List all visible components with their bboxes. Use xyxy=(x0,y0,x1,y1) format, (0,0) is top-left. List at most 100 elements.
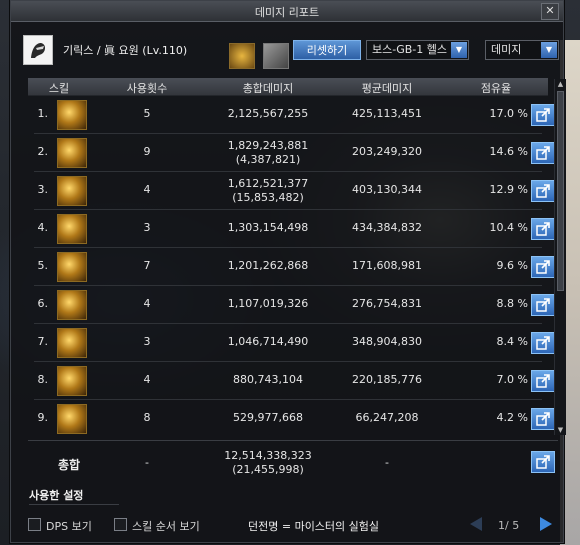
dps-checkbox-label: DPS 보기 xyxy=(46,520,92,533)
row-uses: 3 xyxy=(143,335,151,348)
row-share: 4.2 % xyxy=(496,411,528,424)
share-button[interactable] xyxy=(531,332,555,354)
table-row[interactable]: 6. 4 1,107,019,326 276,754,831 8.8 % xyxy=(28,286,555,324)
total-uses: - xyxy=(145,456,149,469)
share-button[interactable] xyxy=(531,142,555,164)
row-average: 276,754,831 xyxy=(352,297,422,310)
row-total: 880,743,104 xyxy=(233,373,303,386)
row-uses: 9 xyxy=(143,145,151,158)
row-total: 2,125,567,255 xyxy=(227,107,309,120)
share-button[interactable] xyxy=(531,294,555,316)
skill-icon xyxy=(57,214,87,244)
dps-checkbox[interactable] xyxy=(28,518,41,531)
share-button[interactable] xyxy=(531,370,555,392)
share-icon xyxy=(536,108,550,122)
row-share: 7.0 % xyxy=(496,373,528,386)
avatar-icon xyxy=(24,36,52,64)
bottom-bar: DPS 보기 스킬 순서 보기 던전명 = 마이스터의 실험실 1/ 5 xyxy=(0,510,580,545)
damage-report-window: 데미지 리포트 ✕ 기릭스 / 眞 요원 (Lv.110) 리셋하기 보스-GB… xyxy=(10,0,566,543)
row-total: 1,303,154,498 xyxy=(227,221,309,234)
titlebar[interactable]: 데미지 리포트 ✕ xyxy=(11,1,563,22)
share-icon xyxy=(536,222,550,236)
target-select[interactable]: 보스-GB-1 헬스 ▼ xyxy=(366,40,469,60)
equipment-icon-2 xyxy=(263,43,289,69)
row-share: 17.0 % xyxy=(489,107,528,120)
skill-icon xyxy=(57,290,87,320)
share-button[interactable] xyxy=(531,180,555,202)
row-uses: 8 xyxy=(143,411,151,424)
row-total: 529,977,668 xyxy=(233,411,303,424)
row-average: 203,249,320 xyxy=(352,145,422,158)
table-scrollbar[interactable]: ▲ ▼ xyxy=(554,79,566,435)
share-button[interactable] xyxy=(531,408,555,430)
metric-select[interactable]: 데미지 ▼ xyxy=(485,40,559,60)
row-share: 9.6 % xyxy=(496,259,528,272)
column-header-average: 평균데미지 xyxy=(361,82,413,95)
character-name: 기릭스 / 眞 요원 (Lv.110) xyxy=(63,44,188,57)
row-rank: 7. xyxy=(37,335,49,348)
report-header: 기릭스 / 眞 요원 (Lv.110) xyxy=(11,23,563,73)
share-button[interactable] xyxy=(531,256,555,278)
table-row[interactable]: 7. 3 1,046,714,490 348,904,830 8.4 % xyxy=(28,324,555,362)
table-header: 스킬 사용횟수 총합데미지 평균데미지 점유율 xyxy=(28,78,548,96)
skill-table: 스킬 사용횟수 총합데미지 평균데미지 점유율 1. 5 2,125,567,2… xyxy=(28,78,558,436)
table-row[interactable]: 3. 4 1,612,521,377 (15,853,482) 403,130,… xyxy=(28,172,555,210)
share-icon xyxy=(536,412,550,426)
row-uses: 4 xyxy=(143,183,151,196)
skill-icon xyxy=(57,138,87,168)
row-rank: 4. xyxy=(37,221,49,234)
column-header-share: 점유율 xyxy=(480,82,512,95)
share-icon xyxy=(536,336,550,350)
skill-icon xyxy=(57,176,87,206)
scroll-down-icon[interactable]: ▼ xyxy=(555,425,566,435)
share-button[interactable] xyxy=(531,104,555,126)
row-rank: 9. xyxy=(37,411,49,424)
skill-icon xyxy=(57,328,87,358)
row-total: 1,612,521,377 xyxy=(227,177,309,190)
share-total-button[interactable] xyxy=(531,451,555,473)
skill-icon xyxy=(57,366,87,396)
table-row[interactable]: 5. 7 1,201,262,868 171,608,981 9.6 % xyxy=(28,248,555,286)
reset-button[interactable]: 리셋하기 xyxy=(293,40,361,60)
share-icon xyxy=(536,455,550,469)
skill-icon xyxy=(57,100,87,130)
target-select-value: 보스-GB-1 헬스 xyxy=(372,43,447,56)
row-rank: 5. xyxy=(37,259,49,272)
share-icon xyxy=(536,374,550,388)
table-row[interactable]: 1. 5 2,125,567,255 425,113,451 17.0 % xyxy=(28,96,555,134)
window-title: 데미지 리포트 xyxy=(254,6,320,19)
share-button[interactable] xyxy=(531,218,555,240)
row-share: 8.4 % xyxy=(496,335,528,348)
next-page-icon[interactable] xyxy=(540,517,552,531)
share-icon xyxy=(536,146,550,160)
row-average: 171,608,981 xyxy=(352,259,422,272)
row-uses: 7 xyxy=(143,259,151,272)
prev-page-icon[interactable] xyxy=(470,517,482,531)
total-average: - xyxy=(385,456,389,469)
table-row[interactable]: 4. 3 1,303,154,498 434,384,832 10.4 % xyxy=(28,210,555,248)
row-rank: 8. xyxy=(37,373,49,386)
row-rank: 2. xyxy=(37,145,49,158)
row-uses: 4 xyxy=(143,373,151,386)
skill-icon xyxy=(57,252,87,282)
share-icon xyxy=(536,184,550,198)
column-header-total: 총합데미지 xyxy=(242,82,294,95)
scrollbar-thumb[interactable] xyxy=(557,91,564,291)
table-row[interactable]: 8. 4 880,743,104 220,185,776 7.0 % xyxy=(28,362,555,400)
row-rank: 6. xyxy=(37,297,49,310)
row-total: 1,829,243,881 xyxy=(227,139,309,152)
table-row[interactable]: 2. 9 1,829,243,881 (4,387,821) 203,249,3… xyxy=(28,134,555,172)
close-button[interactable]: ✕ xyxy=(541,3,559,20)
skill-order-checkbox[interactable] xyxy=(114,518,127,531)
row-average: 403,130,344 xyxy=(352,183,422,196)
table-row[interactable]: 9. 8 529,977,668 66,247,208 4.2 % xyxy=(28,400,555,436)
row-total: 1,046,714,490 xyxy=(227,335,309,348)
share-icon xyxy=(536,260,550,274)
total-damage-sub: (21,455,998) xyxy=(232,463,304,476)
scroll-up-icon[interactable]: ▲ xyxy=(555,79,566,89)
row-total: 1,107,019,326 xyxy=(227,297,309,310)
chevron-down-icon: ▼ xyxy=(541,42,557,58)
total-row: 총합 - 12,514,338,323 (21,455,998) - xyxy=(28,440,558,481)
row-uses: 4 xyxy=(143,297,151,310)
skill-icon xyxy=(57,404,87,434)
